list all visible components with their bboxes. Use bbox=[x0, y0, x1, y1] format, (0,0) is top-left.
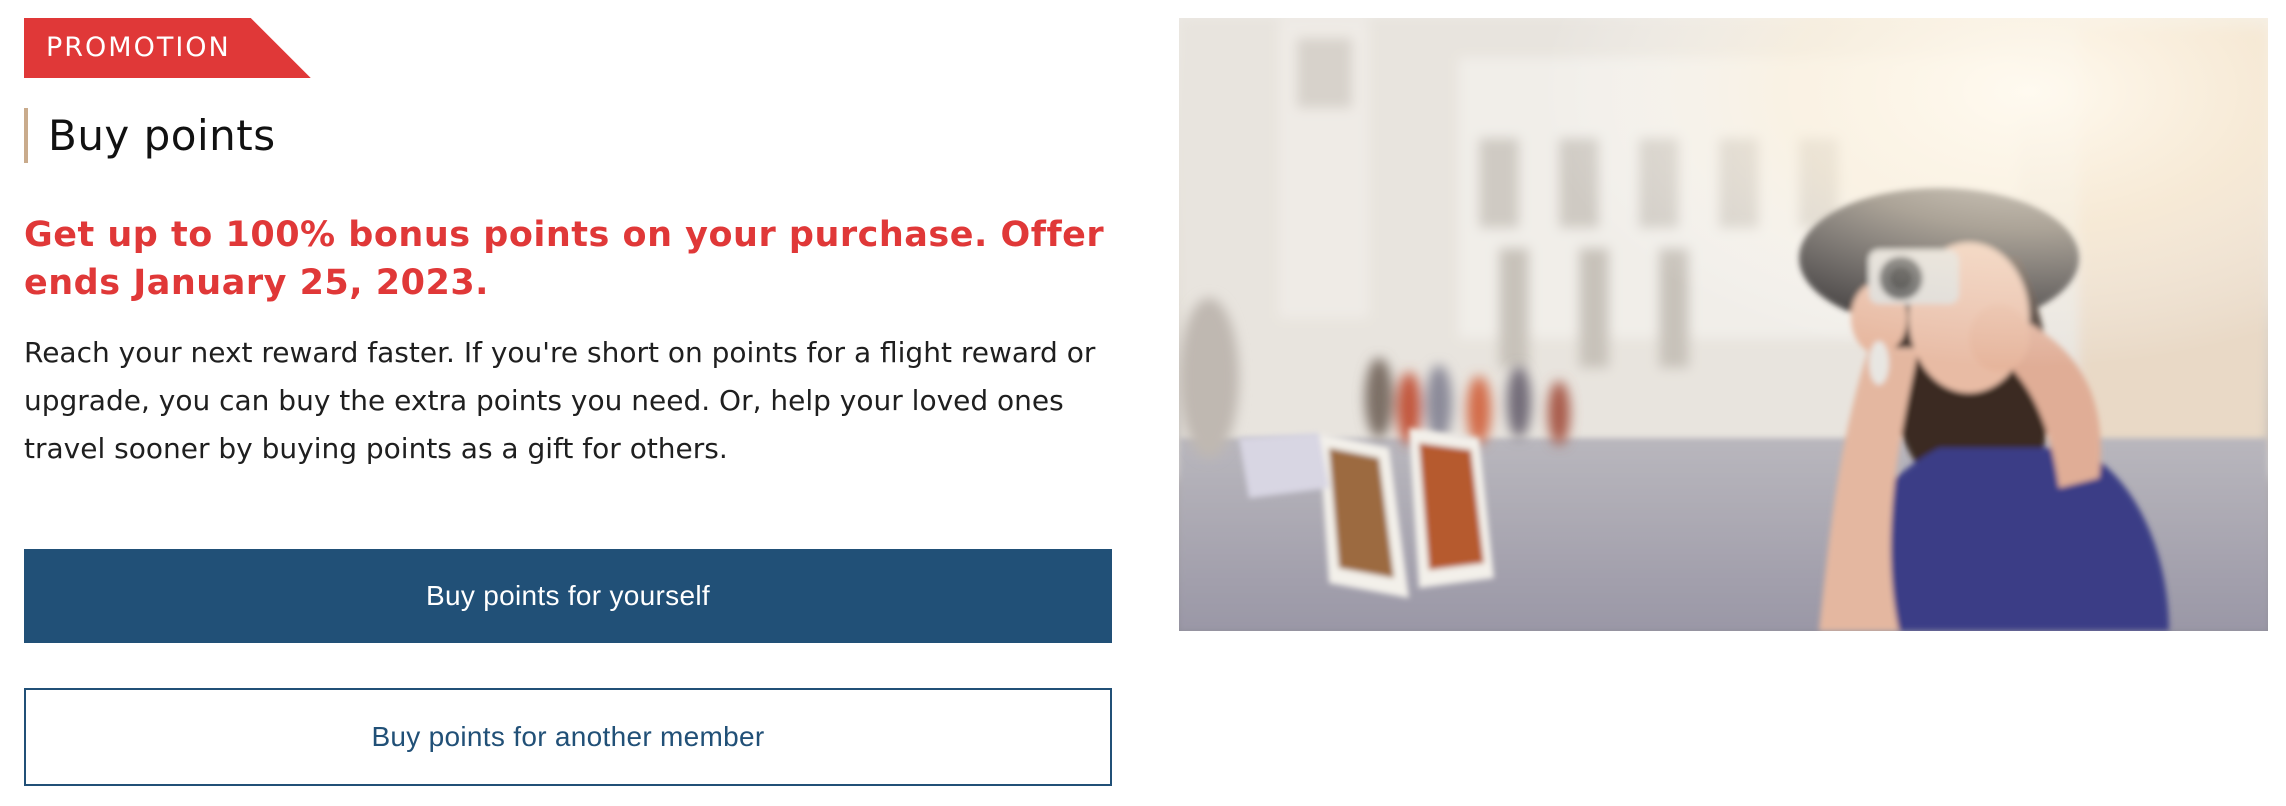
buy-points-for-yourself-button[interactable]: Buy points for yourself bbox=[24, 549, 1112, 643]
hero-image bbox=[1179, 18, 2268, 631]
promo-content: PROMOTION Buy points Get up to 100% bonu… bbox=[24, 18, 1114, 473]
offer-text: Get up to 100% bonus points on your purc… bbox=[24, 215, 1105, 303]
hero-photo-illustration bbox=[1179, 18, 2268, 631]
buy-points-for-another-member-button[interactable]: Buy points for another member bbox=[24, 688, 1112, 786]
page-title: Buy points bbox=[48, 111, 276, 160]
buy-points-page: PROMOTION Buy points Get up to 100% bonu… bbox=[0, 0, 2286, 806]
description-text: Reach your next reward faster. If you're… bbox=[24, 336, 1096, 465]
sun-glare bbox=[1179, 18, 2268, 631]
promotion-badge: PROMOTION bbox=[24, 18, 311, 78]
title-section: Buy points bbox=[24, 108, 1114, 163]
